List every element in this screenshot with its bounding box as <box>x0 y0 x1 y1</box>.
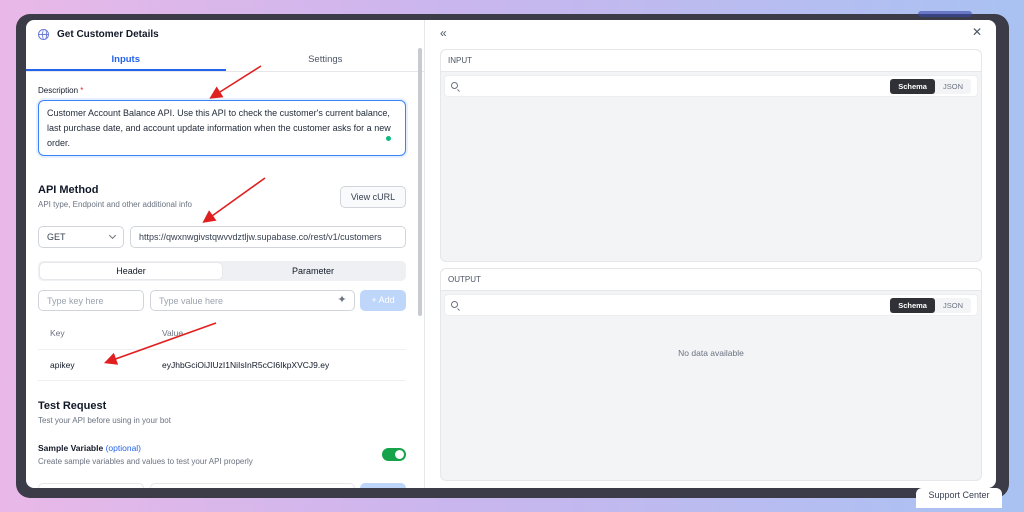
no-data-message: No data available <box>678 348 744 358</box>
api-node-dialog: Get Customer Details Inputs Settings Des… <box>26 20 996 488</box>
output-search-bar[interactable]: Schema JSON <box>444 294 978 316</box>
view-schema-button[interactable]: Schema <box>890 298 935 313</box>
required-mark: * <box>80 86 84 95</box>
column-header-key: Key <box>50 328 65 338</box>
support-center-button[interactable]: Support Center <box>916 488 1002 508</box>
tab-settings[interactable]: Settings <box>226 50 425 71</box>
header-row-key: apikey <box>50 360 75 370</box>
output-panel-title: OUTPUT <box>441 269 981 291</box>
status-dot-icon <box>386 136 391 141</box>
sample-key-input[interactable] <box>38 483 144 488</box>
api-method-title: API Method <box>38 184 99 196</box>
column-header-value: Value <box>162 328 184 338</box>
sample-value-input[interactable] <box>150 483 355 488</box>
search-icon <box>451 301 458 308</box>
test-request-title: Test Request <box>38 400 107 412</box>
globe-icon <box>38 28 49 40</box>
dialog-title: Get Customer Details <box>57 28 159 40</box>
test-request-subtitle: Test your API before using in your bot <box>38 416 171 425</box>
table-divider <box>38 380 406 381</box>
sample-variable-label: Sample Variable (optional) <box>38 443 142 453</box>
segment-parameter[interactable]: Parameter <box>222 263 404 279</box>
input-panel: INPUT Schema JSON <box>440 49 982 262</box>
tab-bar: Inputs Settings <box>26 50 425 72</box>
optional-tag: (optional) <box>105 443 142 453</box>
description-text: Customer Account Balance API. Use this A… <box>47 108 391 148</box>
header-key-input[interactable] <box>38 290 144 311</box>
dialog-header: Get Customer Details <box>38 26 159 42</box>
search-icon <box>451 82 458 89</box>
header-value-input[interactable] <box>150 290 355 311</box>
preview-panel: « ✕ INPUT Schema JSON OUTPUT Schema JSON <box>426 20 996 488</box>
input-view-switch: Schema JSON <box>890 79 971 94</box>
segment-header[interactable]: Header <box>40 263 222 279</box>
tab-inputs[interactable]: Inputs <box>26 50 226 71</box>
chevron-down-icon <box>108 231 117 240</box>
view-curl-button[interactable]: View cURL <box>340 186 406 208</box>
output-view-switch: Schema JSON <box>890 298 971 313</box>
header-parameter-toggle: Header Parameter <box>38 261 406 281</box>
endpoint-url-input[interactable]: https://qwxnwgivstqwvvdztljw.supabase.co… <box>130 226 406 248</box>
input-search-bar[interactable]: Schema JSON <box>444 75 978 97</box>
view-schema-button[interactable]: Schema <box>890 79 935 94</box>
description-textarea[interactable]: Customer Account Balance API. Use this A… <box>38 100 406 156</box>
sample-variable-toggle[interactable] <box>382 448 406 461</box>
view-json-button[interactable]: JSON <box>935 298 971 313</box>
add-sample-button[interactable] <box>360 483 406 488</box>
description-label: Description * <box>38 86 84 95</box>
background-decoration <box>918 11 972 17</box>
method-value: GET <box>47 232 66 242</box>
add-header-button[interactable]: + Add <box>360 290 406 311</box>
input-panel-title: INPUT <box>441 50 981 72</box>
header-row-value: eyJhbGciOiJIUzI1NiIsInR5cCI6IkpXVCJ9.ey <box>162 360 330 370</box>
sample-variable-desc: Create sample variables and values to te… <box>38 457 253 466</box>
collapse-icon[interactable]: « <box>440 26 447 40</box>
scrollbar[interactable] <box>418 48 422 316</box>
api-method-subtitle: API type, Endpoint and other additional … <box>38 200 192 209</box>
view-json-button[interactable]: JSON <box>935 79 971 94</box>
close-icon[interactable]: ✕ <box>972 25 982 39</box>
magic-wand-icon[interactable]: ✦ <box>335 293 349 307</box>
table-divider <box>38 349 406 350</box>
method-select[interactable]: GET <box>38 226 124 248</box>
output-panel: OUTPUT Schema JSON No data available <box>440 268 982 481</box>
config-panel: Get Customer Details Inputs Settings Des… <box>26 20 425 488</box>
